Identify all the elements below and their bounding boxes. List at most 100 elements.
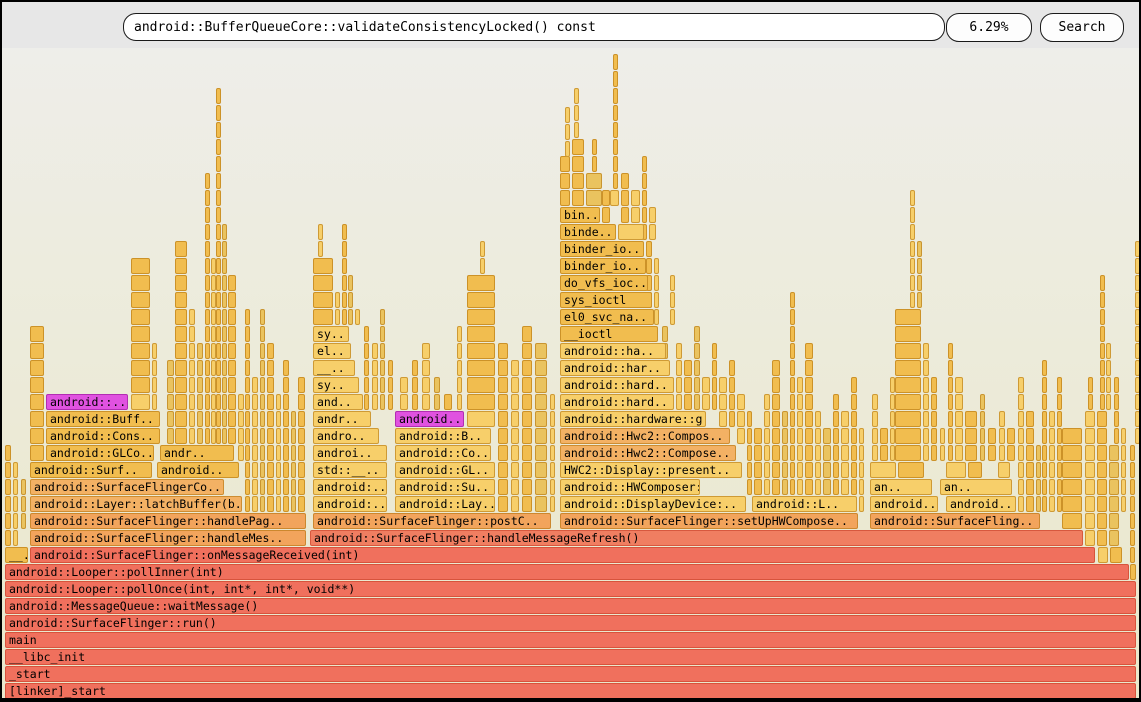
flame-frame[interactable]	[205, 258, 210, 274]
flame-frame[interactable]: android::Co..	[395, 445, 491, 461]
flame-frame[interactable]	[642, 190, 647, 206]
flame-frame[interactable]	[841, 411, 849, 427]
flame-frame[interactable]	[931, 445, 937, 461]
flame-frame[interactable]	[1097, 479, 1107, 495]
flame-frame[interactable]	[216, 207, 221, 223]
flame-frame[interactable]	[917, 292, 922, 308]
flame-frame[interactable]	[535, 462, 547, 478]
flame-frame[interactable]	[1109, 462, 1119, 478]
flame-frame[interactable]	[535, 445, 547, 461]
flame-frame[interactable]	[222, 326, 227, 342]
flame-frame[interactable]: andr..	[313, 411, 371, 427]
flame-frame[interactable]: android..	[870, 496, 938, 512]
flame-frame[interactable]	[457, 360, 462, 376]
flame-frame[interactable]	[1085, 462, 1095, 478]
flame-frame[interactable]: android::SurfaceFlinger::handleMes..	[30, 530, 306, 546]
flame-frame[interactable]	[388, 394, 393, 410]
flame-frame[interactable]	[923, 411, 929, 427]
flame-frame[interactable]	[560, 156, 570, 172]
flame-frame[interactable]	[654, 309, 659, 325]
flame-frame[interactable]	[712, 360, 717, 376]
flame-frame[interactable]	[654, 292, 659, 308]
flame-frame[interactable]	[364, 343, 369, 359]
flame-frame[interactable]	[1018, 428, 1024, 444]
flame-frame[interactable]: binde..	[560, 224, 616, 240]
flame-frame[interactable]: android::..	[46, 394, 128, 410]
flame-frame[interactable]	[205, 224, 210, 240]
flame-frame[interactable]	[1036, 479, 1041, 495]
flame-frame[interactable]	[1098, 547, 1108, 563]
flame-frame[interactable]	[613, 122, 618, 138]
flame-frame[interactable]	[833, 411, 839, 427]
flame-frame[interactable]	[298, 377, 305, 393]
flame-frame[interactable]	[364, 326, 369, 342]
flame-frame[interactable]	[613, 105, 618, 121]
flame-frame[interactable]	[189, 394, 195, 410]
flame-frame[interactable]	[1018, 496, 1024, 512]
flame-frame[interactable]	[189, 360, 195, 376]
flame-frame[interactable]	[859, 496, 864, 512]
flame-frame[interactable]	[380, 377, 385, 393]
flame-frame[interactable]	[980, 411, 985, 427]
flame-frame[interactable]	[283, 496, 289, 512]
flame-frame[interactable]: bin..	[560, 207, 600, 223]
flame-frame[interactable]	[348, 275, 353, 291]
flame-frame[interactable]	[574, 122, 579, 138]
flame-frame[interactable]	[372, 343, 378, 359]
flame-frame[interactable]	[228, 292, 236, 308]
flame-frame[interactable]	[694, 377, 700, 393]
flame-frame[interactable]	[216, 292, 221, 308]
flame-frame[interactable]	[747, 479, 752, 495]
flame-frame[interactable]	[388, 360, 393, 376]
flame-frame[interactable]	[948, 360, 953, 376]
flame-frame[interactable]: android::har..	[560, 360, 670, 376]
flame-frame[interactable]	[1018, 479, 1024, 495]
flame-frame[interactable]	[216, 343, 221, 359]
flame-frame[interactable]	[222, 360, 227, 376]
flame-frame[interactable]	[1135, 275, 1140, 291]
flame-frame[interactable]: el..	[313, 343, 351, 359]
flame-frame[interactable]	[205, 292, 210, 308]
flame-frame[interactable]	[498, 343, 508, 359]
flame-frame[interactable]: android:..	[313, 496, 387, 512]
flame-frame[interactable]	[851, 411, 857, 427]
flame-frame[interactable]	[216, 105, 221, 121]
flame-frame[interactable]	[342, 241, 347, 257]
flame-frame[interactable]	[480, 258, 485, 274]
flame-frame[interactable]	[267, 343, 274, 359]
flame-frame[interactable]	[1109, 445, 1119, 461]
flame-frame[interactable]	[565, 141, 570, 157]
flame-frame[interactable]	[805, 377, 813, 393]
flame-frame[interactable]	[1121, 479, 1126, 495]
flame-frame[interactable]	[205, 343, 210, 359]
flame-frame[interactable]	[910, 275, 915, 291]
flame-frame[interactable]	[550, 479, 555, 495]
flame-frame[interactable]	[1026, 462, 1034, 478]
flame-frame[interactable]	[152, 343, 157, 359]
flame-frame[interactable]	[923, 377, 929, 393]
flame-frame[interactable]	[511, 360, 519, 376]
flame-frame[interactable]	[364, 360, 369, 376]
flame-frame[interactable]	[550, 394, 555, 410]
flame-frame[interactable]	[175, 428, 187, 444]
flame-frame[interactable]	[498, 360, 508, 376]
flame-frame[interactable]	[380, 309, 385, 325]
flame-frame[interactable]	[205, 394, 210, 410]
flame-frame[interactable]	[5, 445, 11, 461]
flame-frame[interactable]	[1088, 377, 1093, 393]
flame-frame[interactable]	[1026, 496, 1034, 512]
flame-frame[interactable]	[1121, 462, 1126, 478]
flame-frame[interactable]	[790, 292, 795, 308]
flame-frame[interactable]	[712, 394, 717, 410]
flame-frame[interactable]	[216, 394, 221, 410]
flame-frame[interactable]: android::Looper::pollOnce(int, int*, int…	[5, 581, 1136, 597]
flame-frame[interactable]	[167, 360, 174, 376]
flame-frame[interactable]	[1042, 445, 1047, 461]
flame-frame[interactable]	[1130, 513, 1135, 529]
flame-frame[interactable]: andro..	[313, 428, 379, 444]
flame-frame[interactable]	[1130, 530, 1135, 546]
flame-frame[interactable]	[1042, 394, 1047, 410]
flame-frame[interactable]	[1114, 377, 1119, 393]
flame-frame[interactable]: android::Cons..	[46, 428, 160, 444]
flame-frame[interactable]	[621, 173, 629, 189]
